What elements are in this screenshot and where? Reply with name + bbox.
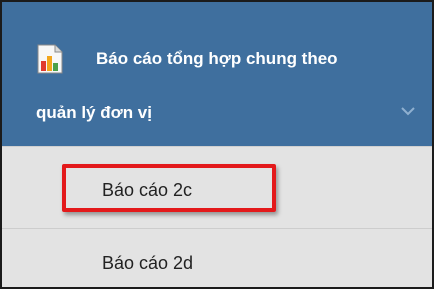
menu-group-title-line1: Báo cáo tổng hợp chung theo [96, 49, 338, 68]
menu-item-bao-cao-2c[interactable]: Báo cáo 2c [2, 146, 432, 236]
menu-item-label: Báo cáo 2d [102, 253, 194, 273]
menu-item-label: Báo cáo 2c [102, 180, 193, 200]
menu-item-bao-cao-2d[interactable]: Báo cáo 2d [2, 228, 432, 287]
menu-group-title-line2: quản lý đơn vị [36, 103, 152, 122]
menu-group-header[interactable]: Báo cáo tổng hợp chung theo quản lý đơn … [2, 2, 432, 146]
report-chart-icon [37, 44, 63, 74]
report-menu-panel: Báo cáo tổng hợp chung theo quản lý đơn … [0, 0, 434, 289]
chevron-down-icon[interactable] [400, 106, 416, 116]
